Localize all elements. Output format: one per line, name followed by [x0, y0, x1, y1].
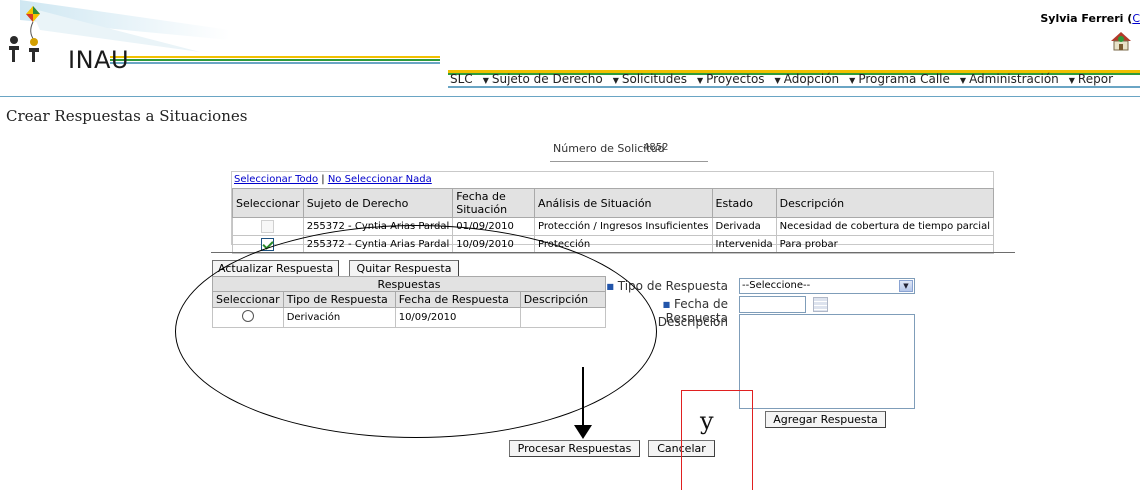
nav-item-label: Programa Calle — [858, 72, 950, 86]
annotation-arrow-icon — [574, 425, 592, 439]
cell-analisis: Protección / Ingresos Insuficientes — [534, 217, 713, 236]
annotation-arrow-shaft — [582, 367, 584, 429]
link-separator: | — [321, 174, 325, 185]
nav-item-label: Solicitudes — [621, 72, 687, 86]
main-nav: SLC ▼ Sujeto de Derecho ▼ Solicitudes ▼ Proyec… — [450, 72, 1123, 90]
nav-item-label: Adopción — [783, 72, 840, 86]
agregar-respuesta-button[interactable]: Agregar Respuesta — [765, 411, 886, 428]
column-header: Descripción — [775, 188, 995, 218]
nav-item[interactable]: ▼ Administración — [960, 72, 1059, 90]
dropdown-triangle-icon: ▼ — [849, 76, 856, 85]
cell-estado: Derivada — [711, 217, 777, 236]
dropdown-triangle-icon: ▼ — [696, 76, 704, 85]
user-link[interactable]: C — [1132, 12, 1140, 25]
select-cell — [232, 217, 304, 236]
column-header: Estado — [711, 188, 777, 218]
cell-estado: Intervenida — [711, 235, 777, 254]
solicitud-divider — [550, 161, 708, 162]
nav-item[interactable]: SLC — [450, 72, 473, 90]
nav-item[interactable]: ▼ Solicitudes — [613, 72, 687, 90]
descripcion-textarea[interactable] — [739, 314, 915, 409]
annotation-mark: y — [700, 407, 714, 435]
nav-item[interactable]: ▼ Proyectos — [697, 72, 765, 90]
user-info: Sylvia Ferreri (C — [1040, 12, 1140, 25]
column-header: Seleccionar — [232, 188, 304, 218]
row-checkbox[interactable] — [261, 220, 275, 233]
logo-text: INAU — [68, 46, 130, 74]
user-name: Sylvia Ferreri — [1040, 12, 1124, 25]
calendar-icon[interactable] — [813, 297, 828, 312]
nav-item-label: Sujeto de Derecho — [491, 72, 603, 86]
tipo-respuesta-value: --Seleccione-- — [742, 280, 811, 291]
nav-item[interactable]: ▼ Adopción — [775, 72, 840, 90]
column-header: Análisis de Situación — [534, 188, 713, 218]
dropdown-triangle-icon: ▼ — [959, 76, 967, 85]
home-icon[interactable] — [1110, 30, 1132, 52]
nav-item-label: Administración — [969, 72, 1059, 86]
cell-descripcion: Para probar — [775, 235, 995, 254]
nav-item-label: SLC — [450, 72, 473, 86]
chevron-down-icon: ▼ — [899, 280, 913, 292]
dropdown-triangle-icon: ▼ — [774, 76, 781, 85]
fecha-respuesta-input[interactable] — [739, 296, 806, 313]
dropdown-triangle-icon: ▼ — [612, 76, 619, 85]
annotation-red-box — [681, 390, 753, 490]
header-divider — [0, 96, 1140, 97]
dropdown-triangle-icon: ▼ — [1068, 76, 1075, 85]
nav-item[interactable]: ▼ Programa Calle — [849, 72, 950, 90]
select-all-link[interactable]: Seleccionar Todo — [234, 174, 318, 185]
procesar-respuestas-button[interactable]: Procesar Respuestas — [509, 440, 640, 457]
column-header: Sujeto de Derecho — [302, 188, 454, 218]
required-marker-icon: ■ — [662, 300, 671, 309]
inau-logo-graphic — [9, 0, 440, 64]
cell-descripcion: Necesidad de cobertura de tiempo parcial — [775, 217, 995, 236]
column-header: Fecha de Situación — [452, 188, 536, 218]
annotation-ellipse — [175, 225, 657, 438]
nav-item[interactable]: ▼ Repor — [1069, 72, 1113, 90]
nav-item-label: Repor — [1077, 72, 1113, 86]
solicitud-number: 4852 — [643, 142, 669, 153]
tipo-respuesta-select[interactable]: --Seleccione-- ▼ — [739, 278, 915, 294]
page-title: Crear Respuestas a Situaciones — [6, 107, 248, 125]
select-none-link[interactable]: No Seleccionar Nada — [328, 174, 432, 185]
nav-item-label: Proyectos — [706, 72, 765, 86]
selection-links: Seleccionar Todo | No Seleccionar Nada — [234, 174, 432, 185]
dropdown-triangle-icon: ▼ — [482, 76, 489, 85]
user-link-prefix: ( — [1123, 12, 1133, 25]
nav-item[interactable]: ▼ Sujeto de Derecho — [483, 72, 603, 90]
